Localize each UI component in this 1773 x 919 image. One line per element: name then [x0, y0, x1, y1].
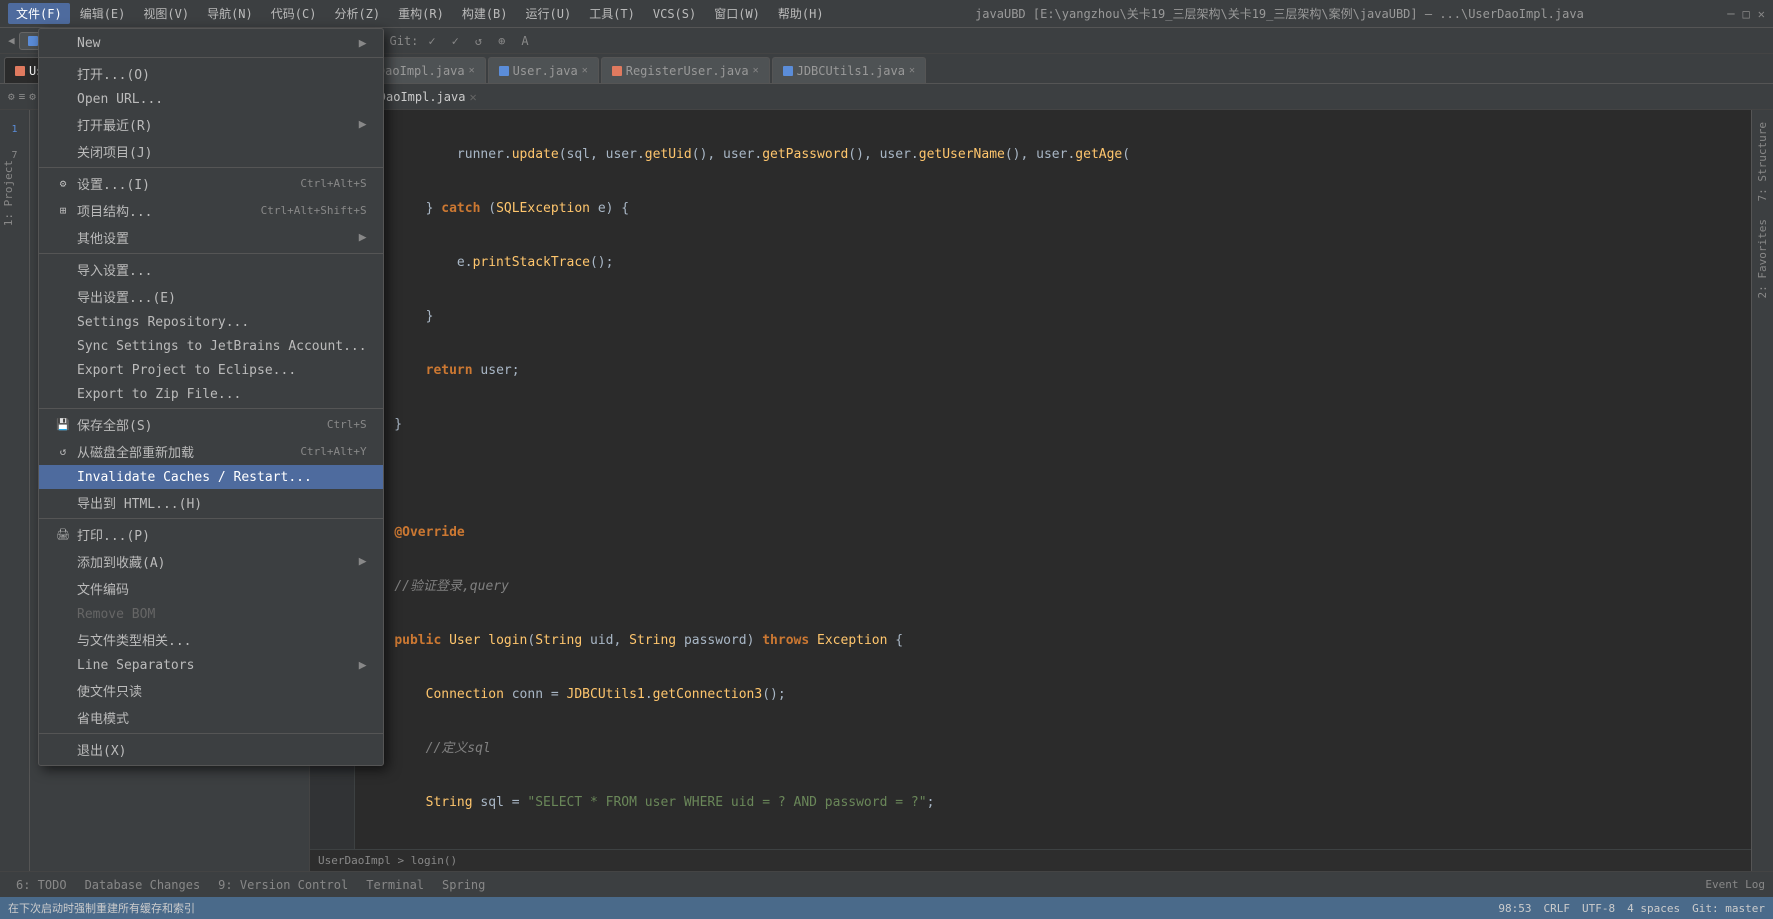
menu-exit[interactable]: 退出(X): [39, 736, 383, 763]
save-icon: 💾: [55, 417, 71, 433]
menu-print[interactable]: 🖨 打印...(P): [39, 521, 383, 548]
sep-4: [39, 408, 383, 409]
project-icon: ⊞: [55, 203, 71, 219]
menu-removebom: Remove BOM: [39, 602, 383, 626]
menu-saveall[interactable]: 💾 保存全部(S) Ctrl+S: [39, 411, 383, 438]
menu-syncjb[interactable]: Sync Settings to JetBrains Account...: [39, 334, 383, 358]
arrow-icon: ▶: [359, 36, 367, 51]
menu-exportsettings[interactable]: 导出设置...(E): [39, 283, 383, 310]
menu-importsettings[interactable]: 导入设置...: [39, 256, 383, 283]
menu-exporthtml[interactable]: 导出到 HTML...(H): [39, 489, 383, 516]
menu-closeproject[interactable]: 关闭项目(J): [39, 138, 383, 165]
file-dropdown: New ▶ 打开...(O) Open URL... 打开最近(R) ▶ 关闭项…: [38, 28, 384, 766]
sep-1: [39, 57, 383, 58]
menu-exporteclipse[interactable]: Export Project to Eclipse...: [39, 358, 383, 382]
menu-powermode[interactable]: 省电模式: [39, 704, 383, 731]
menu-fileenc[interactable]: 文件编码: [39, 575, 383, 602]
menu-projectstructure[interactable]: ⊞ 项目结构... Ctrl+Alt+Shift+S: [39, 197, 383, 224]
menu-recent[interactable]: 打开最近(R) ▶: [39, 111, 383, 138]
menu-settingsrepo[interactable]: Settings Repository...: [39, 310, 383, 334]
menu-filetype[interactable]: 与文件类型相关...: [39, 626, 383, 653]
menu-reload[interactable]: ↺ 从磁盘全部重新加载 Ctrl+Alt+Y: [39, 438, 383, 465]
menu-readonly[interactable]: 使文件只读: [39, 677, 383, 704]
menu-open[interactable]: 打开...(O): [39, 60, 383, 87]
menu-overlay: New ▶ 打开...(O) Open URL... 打开最近(R) ▶ 关闭项…: [0, 0, 1773, 919]
sep-6: [39, 733, 383, 734]
menu-openurl[interactable]: Open URL...: [39, 87, 383, 111]
menu-othersettings[interactable]: 其他设置 ▶: [39, 224, 383, 251]
menu-invalidatecaches[interactable]: Invalidate Caches / Restart...: [39, 465, 383, 489]
arrow-linesep: ▶: [359, 658, 367, 673]
reload-icon: ↺: [55, 444, 71, 460]
sep-3: [39, 253, 383, 254]
sep-5: [39, 518, 383, 519]
menu-exportzip[interactable]: Export to Zip File...: [39, 382, 383, 406]
arrow-recent: ▶: [359, 117, 367, 132]
menu-linesep[interactable]: Line Separators ▶: [39, 653, 383, 677]
settings-icon: ⚙: [55, 176, 71, 192]
file-menu-dropdown: New ▶ 打开...(O) Open URL... 打开最近(R) ▶ 关闭项…: [38, 28, 384, 766]
sep-2: [39, 167, 383, 168]
arrow-other: ▶: [359, 230, 367, 245]
print-icon: 🖨: [55, 527, 71, 543]
menu-settings[interactable]: ⚙ 设置...(I) Ctrl+Alt+S: [39, 170, 383, 197]
menu-new[interactable]: New ▶: [39, 31, 383, 55]
menu-addfav[interactable]: 添加到收藏(A) ▶: [39, 548, 383, 575]
arrow-fav: ▶: [359, 554, 367, 569]
